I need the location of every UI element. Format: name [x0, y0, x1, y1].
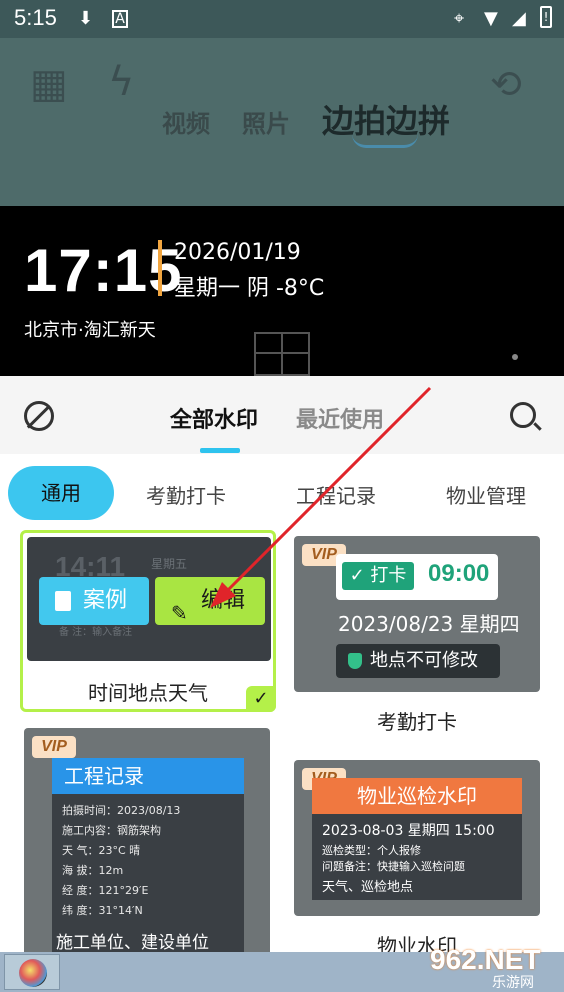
- camera-mode-bar: ▦ ϟ 视频 照片 边拍边拼 ⟲: [0, 38, 564, 206]
- edit-button[interactable]: ✎ 编辑: [155, 577, 265, 625]
- check-icon: ✓: [246, 686, 276, 712]
- engineering-line: 纬 度：31°14′N: [62, 904, 143, 917]
- grid-icon[interactable]: ▦: [30, 64, 68, 104]
- property-body: 2023-08-03 星期四 15:00 巡检类型：个人报修 问题备注：快捷输入…: [312, 814, 522, 900]
- edit-button-label: 编辑: [201, 588, 246, 613]
- search-icon[interactable]: [510, 402, 536, 428]
- engineering-line: 拍摄时间：2023/08/13: [62, 804, 181, 817]
- status-bar: 5:15 ⬇ A ⌖ ▼ ◢ !: [0, 0, 564, 38]
- app-icon: [19, 959, 47, 987]
- thumbnail-note: 备 注：输入备注: [59, 627, 133, 638]
- case-button-label: 案例: [83, 588, 128, 613]
- engineering-body: 拍摄时间：2023/08/13 施工内容：钢筋架构 天 气：23°C 晴 海 拔…: [52, 794, 244, 958]
- engineering-title: 工程记录: [52, 758, 244, 794]
- engineering-footer: 施工单位、建设单位: [56, 933, 209, 953]
- vip-badge: VIP: [32, 736, 76, 758]
- shield-icon: [348, 653, 362, 669]
- punch-tag: ✓ 打卡: [342, 562, 414, 590]
- category-attendance[interactable]: 考勤打卡: [146, 480, 226, 509]
- pencil-icon: ✎: [171, 601, 188, 625]
- engineering-line: 天 气：23°C 晴: [62, 844, 141, 857]
- property-footer: 天气、巡检地点: [322, 880, 414, 895]
- mode-active-indicator: [352, 134, 418, 148]
- download-icon: ⬇: [78, 8, 94, 29]
- property-note: 问题备注：快捷输入巡检问题: [322, 860, 465, 873]
- template-label: 时间地点天气: [88, 681, 208, 705]
- watermark-preview: 17:15 2026/01/19 星期一 阴 -8°C 北京市·淘汇新天: [0, 206, 564, 376]
- watermark-weather: 星期一 阴 -8°C: [174, 276, 325, 301]
- site-watermark: 962.NET 乐游网: [430, 944, 560, 991]
- engineering-line: 施工内容：钢筋架构: [62, 824, 161, 837]
- template-label: 考勤打卡: [377, 710, 457, 734]
- property-type: 巡检类型：个人报修: [322, 844, 421, 857]
- template-thumbnail: VIP 物业巡检水印 2023-08-03 星期四 15:00 巡检类型：个人报…: [294, 760, 540, 916]
- status-time: 5:15: [14, 5, 57, 30]
- template-thumbnail: VIP ✓ 打卡 09:00 2023/08/23 星期四 地点不可修改: [294, 536, 540, 692]
- category-general[interactable]: 通用: [8, 466, 114, 520]
- punch-time: 09:00: [428, 560, 490, 587]
- engineering-line: 经 度：121°29′E: [62, 884, 149, 897]
- case-button[interactable]: 案例: [39, 577, 149, 625]
- punch-box: ✓ 打卡 09:00: [336, 554, 498, 600]
- template-thumbnail: 14:11 星期五 备 注：输入备注 案例 ✎ 编辑: [27, 537, 271, 661]
- engineering-line: 海 拔：12m: [62, 864, 124, 877]
- property-title: 物业巡检水印: [312, 778, 522, 814]
- switch-camera-icon[interactable]: ⟲: [490, 64, 522, 104]
- mode-photo[interactable]: 照片: [242, 104, 290, 139]
- a-icon: A: [112, 10, 128, 28]
- tab-recent[interactable]: 最近使用: [296, 402, 384, 434]
- template-engineering[interactable]: VIP 工程记录 拍摄时间：2023/08/13 施工内容：钢筋架构 天 气：2…: [24, 728, 270, 958]
- location-lock: 地点不可修改: [336, 644, 500, 678]
- watermark-location: 北京市·淘汇新天: [24, 320, 156, 341]
- no-watermark-icon[interactable]: [24, 401, 54, 431]
- grid-toggle-icon[interactable]: [254, 332, 310, 376]
- tab-all-watermarks[interactable]: 全部水印: [170, 402, 258, 434]
- check-icon: ✓: [349, 565, 371, 586]
- template-time-place-weather[interactable]: 14:11 星期五 备 注：输入备注 案例 ✎ 编辑 时间地点天气 ✓: [20, 530, 276, 712]
- template-thumbnail: VIP 工程记录 拍摄时间：2023/08/13 施工内容：钢筋架构 天 气：2…: [24, 728, 270, 958]
- template-property[interactable]: VIP 物业巡检水印 2023-08-03 星期四 15:00 巡检类型：个人报…: [294, 760, 540, 960]
- signal-icon: ◢: [512, 8, 526, 29]
- watermark-divider: [158, 240, 162, 296]
- brand-sub: 乐游网: [492, 975, 534, 991]
- mode-video[interactable]: 视频: [162, 104, 210, 139]
- taskbar-app-button[interactable]: [4, 954, 60, 990]
- category-engineering[interactable]: 工程记录: [296, 480, 376, 509]
- flash-off-icon[interactable]: ϟ: [108, 62, 134, 102]
- location-lock-label: 地点不可修改: [370, 650, 478, 671]
- document-icon: [55, 591, 71, 611]
- page-dot: [512, 354, 518, 360]
- watermark-date: 2026/01/19: [174, 240, 301, 265]
- template-attendance[interactable]: VIP ✓ 打卡 09:00 2023/08/23 星期四 地点不可修改 考勤打…: [294, 536, 540, 736]
- property-datetime: 2023-08-03 星期四 15:00: [322, 823, 495, 839]
- thumbnail-day: 星期五: [151, 557, 188, 571]
- tab-active-indicator: [200, 448, 240, 453]
- wifi-icon: ▼: [484, 8, 498, 29]
- watermark-tabbar: 全部水印 最近使用: [0, 376, 564, 454]
- punch-date: 2023/08/23 星期四: [338, 612, 520, 636]
- punch-tag-label: 打卡: [370, 565, 407, 586]
- category-property[interactable]: 物业管理: [446, 480, 526, 509]
- battery-icon: !: [540, 6, 552, 28]
- location-icon: ⌖: [454, 8, 465, 29]
